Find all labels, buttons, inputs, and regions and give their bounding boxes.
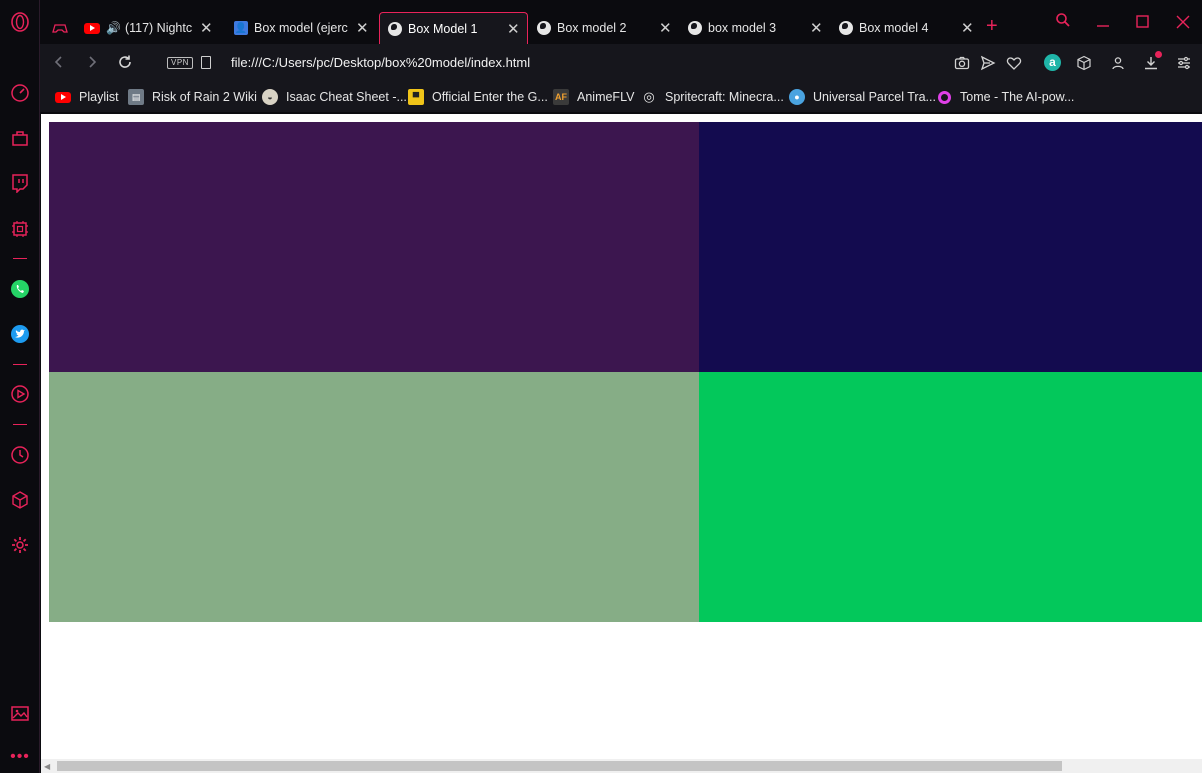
speed-dial-icon[interactable] (9, 82, 31, 104)
box-bottom-left (49, 372, 699, 622)
bookmark-label: Risk of Rain 2 Wiki (152, 90, 257, 104)
aria-icon[interactable]: a (1044, 54, 1061, 71)
tab-title: box model 3 (708, 21, 777, 35)
tab-title: (117) Nightcore (124, 21, 192, 35)
send-icon[interactable] (979, 54, 997, 72)
whatsapp-icon[interactable] (9, 278, 31, 300)
tab-bar: 🔊 (117) Nightcore ✕ 👤 Box model (ejercic… (40, 0, 1202, 44)
twitch-icon[interactable] (9, 172, 31, 194)
account-icon[interactable] (1109, 54, 1127, 72)
tab-title: Box model 4 (859, 21, 929, 35)
scroll-left-icon[interactable]: ◀ (44, 762, 50, 771)
bookmark-label: Tome - The AI-pow... (960, 90, 1075, 104)
tab-close-button[interactable]: ✕ (200, 19, 213, 37)
globe-icon (839, 21, 853, 35)
tab-close-button[interactable]: ✕ (810, 19, 823, 37)
download-notification-dot (1155, 51, 1162, 58)
back-icon[interactable] (50, 54, 68, 72)
bookmark-item[interactable]: ▀ Official Enter the G... (408, 88, 548, 106)
bookmark-label: Isaac Cheat Sheet -... (286, 90, 407, 104)
cube-icon[interactable] (1075, 54, 1093, 72)
maximize-icon[interactable] (1133, 14, 1153, 35)
bookmark-item[interactable]: ◎ Spritecraft: Minecra... (641, 88, 784, 106)
vpn-badge[interactable]: VPN (167, 57, 193, 69)
bookmark-label: Universal Parcel Tra... (813, 90, 936, 104)
settings-icon[interactable] (9, 534, 31, 556)
web-content (41, 114, 1202, 759)
bookmark-item[interactable]: AF AnimeFLV (553, 88, 634, 106)
browser-window: ••• 🔊 (117) Nightcore ✕ 👤 Box model (eje… (0, 0, 1202, 773)
globe-icon (388, 21, 402, 36)
close-window-icon[interactable] (1173, 14, 1193, 35)
heart-icon[interactable] (1005, 54, 1023, 72)
sidebar-divider (13, 258, 27, 259)
url-input[interactable]: file:///C:/Users/pc/Desktop/box%20model/… (231, 55, 530, 70)
tab-active[interactable]: Box Model 1 ✕ (379, 12, 528, 44)
horizontal-scrollbar[interactable]: ◀ (41, 759, 1202, 773)
bookmark-item[interactable]: ● Universal Parcel Tra... (789, 88, 936, 106)
twitter-icon[interactable] (9, 323, 31, 345)
easy-setup-icon[interactable] (1175, 54, 1193, 72)
bookmark-item[interactable]: ◒ Isaac Cheat Sheet -... (262, 88, 407, 106)
scrollbar-thumb[interactable] (57, 761, 1062, 771)
gallery-icon[interactable] (9, 702, 31, 724)
player-icon[interactable] (9, 383, 31, 405)
sidebar: ••• (0, 0, 40, 773)
sidebar-divider (13, 424, 27, 425)
history-icon[interactable] (9, 444, 31, 466)
bookmarks-bar: Playlist ▤ Risk of Rain 2 Wiki ◒ Isaac C… (40, 82, 1202, 112)
box-bottom-right (699, 372, 1202, 622)
bookmark-label: Spritecraft: Minecra... (665, 90, 784, 104)
tab[interactable]: box model 3 ✕ (680, 12, 830, 44)
page-info-icon[interactable] (201, 56, 211, 69)
isaac-icon: ◒ (262, 89, 278, 105)
sidebar-more-button[interactable]: ••• (9, 748, 31, 766)
youtube-icon (84, 22, 100, 34)
tab-close-button[interactable]: ✕ (659, 19, 672, 37)
minimize-icon[interactable] (1093, 14, 1113, 35)
tab-title: Box model 2 (557, 21, 627, 35)
new-tab-button[interactable]: + (986, 16, 998, 36)
bookmark-item[interactable]: Tome - The AI-pow... (934, 87, 1075, 107)
bookmark-label: Playlist (79, 90, 119, 104)
sidebar-divider (13, 364, 27, 365)
bookmark-item[interactable]: ▤ Risk of Rain 2 Wiki (128, 88, 257, 106)
tab-close-button[interactable]: ✕ (961, 19, 974, 37)
tab[interactable]: Box model 2 ✕ (529, 12, 679, 44)
etg-icon: ▀ (408, 89, 424, 105)
person-icon: 👤 (234, 21, 248, 35)
tab-close-button[interactable]: ✕ (356, 19, 369, 37)
tab[interactable]: Box model 4 ✕ (831, 12, 981, 44)
address-bar: VPN file:///C:/Users/pc/Desktop/box%20mo… (40, 44, 1202, 82)
box-top-left (49, 122, 699, 372)
globe-icon (537, 21, 551, 35)
audio-playing-icon[interactable]: 🔊 (106, 21, 121, 35)
bookmark-label: Official Enter the G... (432, 90, 548, 104)
gx-control-icon[interactable] (9, 218, 31, 240)
box-top-right (699, 122, 1202, 372)
animeflv-icon: AF (553, 89, 569, 105)
gx-corner-icon[interactable] (9, 127, 31, 149)
spritecraft-icon: ◎ (643, 89, 655, 104)
tab-title: Box model (ejercicio (254, 21, 348, 35)
forward-icon[interactable] (83, 54, 101, 72)
gamepad-icon[interactable] (52, 20, 68, 36)
extensions-icon[interactable] (9, 489, 31, 511)
globe-icon (688, 21, 702, 35)
wiki-icon: ▤ (128, 89, 144, 105)
reload-icon[interactable] (116, 54, 134, 72)
bookmark-item[interactable]: Playlist (55, 88, 119, 106)
tome-icon (934, 87, 954, 107)
tab-close-button[interactable]: ✕ (507, 20, 520, 38)
opera-logo-icon[interactable] (9, 11, 31, 33)
search-tabs-icon[interactable] (1053, 12, 1073, 33)
camera-icon[interactable] (953, 54, 971, 72)
tab[interactable]: 👤 Box model (ejercicio ✕ (226, 12, 376, 44)
parcel-icon: ● (789, 89, 805, 105)
youtube-icon (55, 89, 71, 105)
bookmark-label: AnimeFLV (577, 90, 635, 104)
tab-title: Box Model 1 (408, 21, 478, 36)
tab[interactable]: 🔊 (117) Nightcore ✕ (76, 12, 220, 44)
